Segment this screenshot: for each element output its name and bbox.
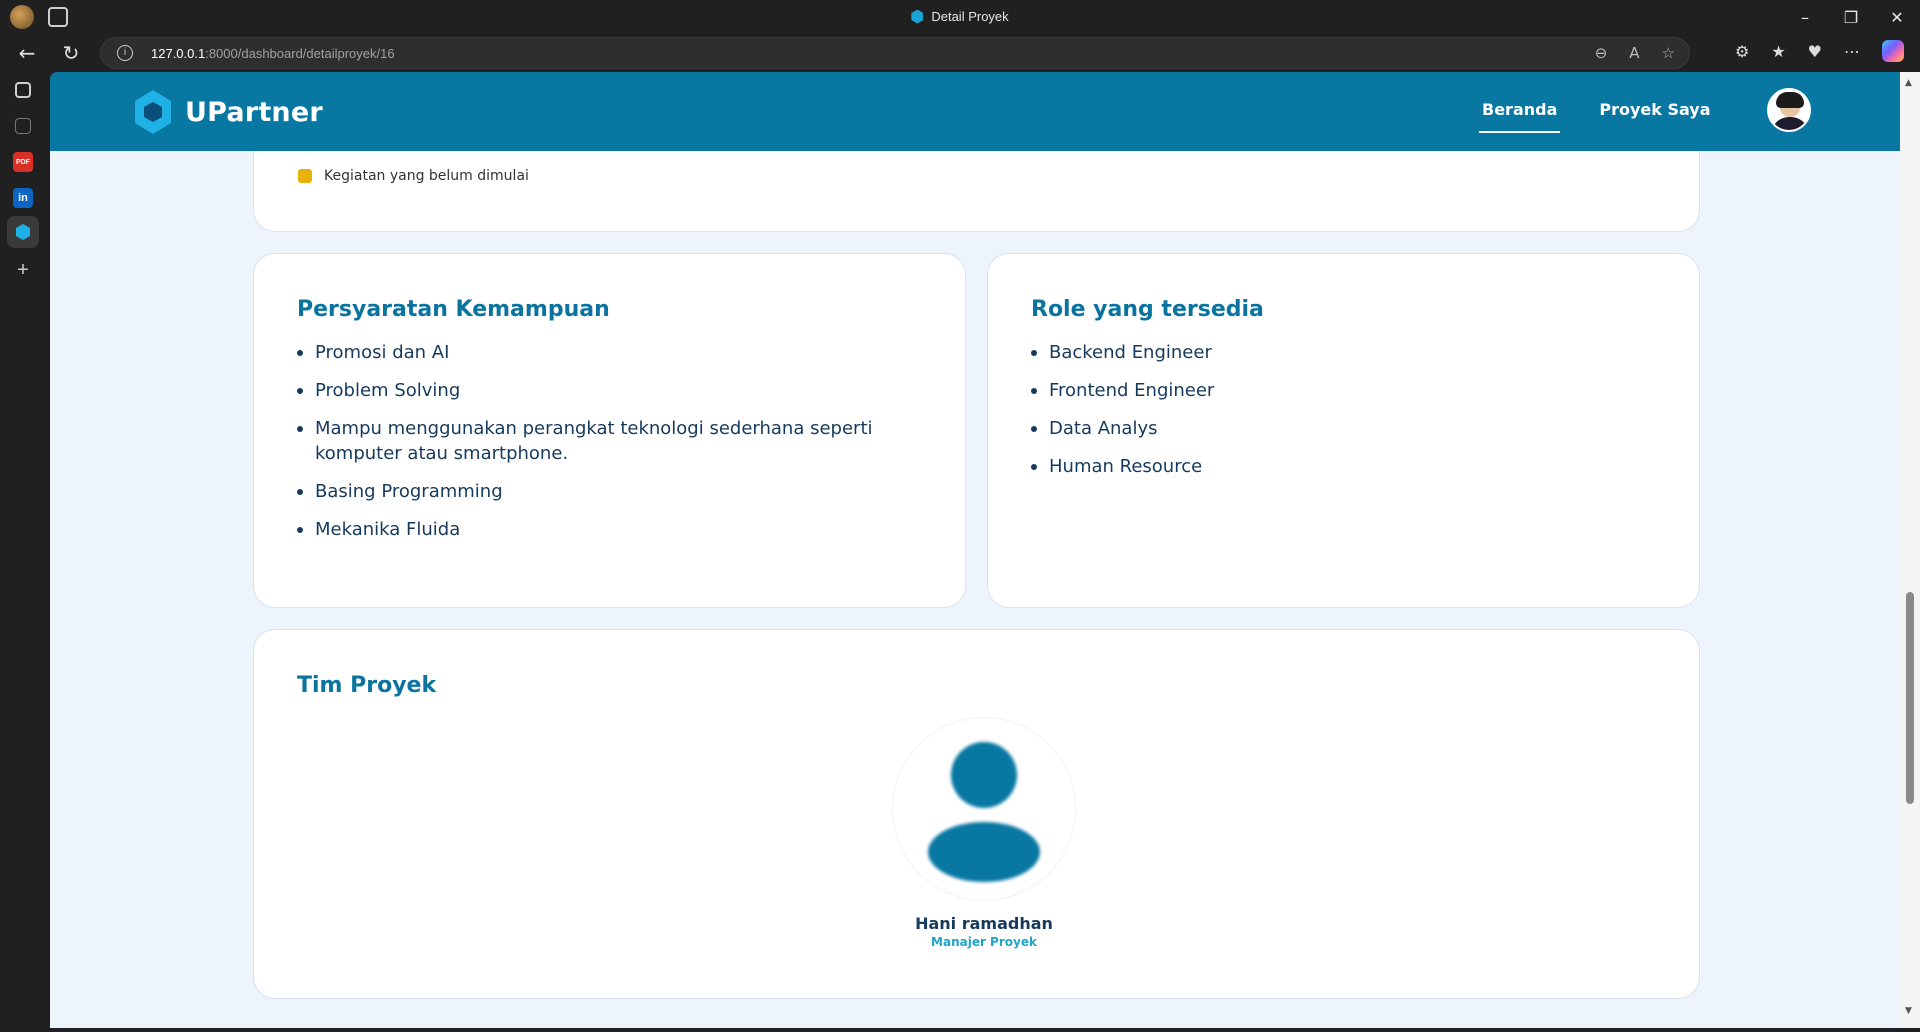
restore-button[interactable]: ❐	[1828, 0, 1874, 34]
new-tab-icon[interactable]: +	[13, 259, 33, 281]
copilot-icon[interactable]	[1882, 40, 1904, 62]
skills-title: Persyaratan Kemampuan	[297, 297, 610, 322]
window-title: Detail Proyek	[0, 9, 1920, 24]
role-item: Data Analys	[1031, 416, 1631, 441]
member-role: Manajer Proyek	[931, 935, 1037, 949]
close-window-button[interactable]: ✕	[1874, 0, 1920, 34]
role-item: Human Resource	[1031, 454, 1631, 479]
roles-list: Backend Engineer Frontend Engineer Data …	[1031, 340, 1631, 492]
team-title: Tim Proyek	[297, 673, 437, 698]
role-item: Backend Engineer	[1031, 340, 1631, 365]
nav-beranda[interactable]: Beranda	[1478, 100, 1561, 133]
skill-item: Problem Solving	[297, 378, 897, 403]
skills-list: Promosi dan AI Problem Solving Mampu men…	[297, 340, 897, 555]
app-header: UPartner Beranda Proyek Saya	[50, 72, 1900, 151]
address-bar[interactable]: i 127.0.0.1:8000/dashboard/detailproyek/…	[100, 37, 1690, 69]
main-nav: Beranda Proyek Saya	[1478, 100, 1711, 133]
read-aloud-icon[interactable]: A	[1629, 44, 1639, 62]
scroll-up-icon[interactable]: ▲	[1905, 78, 1912, 88]
member-avatar-icon	[893, 718, 1075, 900]
browser-title-bar: Detail Proyek – ❐ ✕	[0, 0, 1920, 34]
user-avatar[interactable]	[1767, 88, 1811, 132]
zoom-out-icon[interactable]: ⊖	[1595, 44, 1608, 62]
page-scrollbar[interactable]: ▲ ▼	[1900, 72, 1920, 1028]
collections-icon[interactable]	[15, 118, 31, 134]
skill-item: Mekanika Fluida	[297, 517, 897, 542]
site-info-icon[interactable]: i	[117, 45, 133, 61]
refresh-icon[interactable]: ↻	[58, 40, 84, 66]
favorite-star-icon[interactable]: ☆	[1662, 44, 1675, 62]
browser-toolbar: ← ↻ i 127.0.0.1:8000/dashboard/detailpro…	[0, 34, 1920, 72]
upartner-tab-icon[interactable]	[7, 216, 39, 248]
brand-name: UPartner	[185, 96, 323, 128]
skills-card: Persyaratan Kemampuan Promosi dan AI Pro…	[253, 253, 966, 608]
member-name: Hani ramadhan	[915, 914, 1053, 933]
legend-label: Kegiatan yang belum dimulai	[324, 168, 529, 184]
more-menu-icon[interactable]: ⋯	[1844, 42, 1860, 61]
brand[interactable]: UPartner	[135, 90, 323, 134]
browser-essentials-icon[interactable]: ♥	[1808, 42, 1822, 61]
scroll-thumb[interactable]	[1906, 592, 1914, 804]
role-item: Frontend Engineer	[1031, 378, 1631, 403]
tab-title: Detail Proyek	[931, 9, 1009, 24]
upartner-logo-icon	[135, 90, 171, 134]
nav-proyek-saya[interactable]: Proyek Saya	[1599, 100, 1710, 133]
extensions-icon[interactable]: ⚙	[1735, 42, 1749, 61]
team-member[interactable]: Hani ramadhan Manajer Proyek	[884, 718, 1084, 949]
legend-item: Kegiatan yang belum dimulai	[298, 168, 529, 184]
url-text[interactable]: 127.0.0.1:8000/dashboard/detailproyek/16	[151, 46, 395, 61]
scroll-down-icon[interactable]: ▼	[1905, 1006, 1912, 1016]
browser-sidebar: PDF in +	[0, 72, 50, 1032]
linkedin-tab-icon[interactable]: in	[13, 188, 33, 208]
tab-list-icon[interactable]	[15, 82, 31, 98]
roles-title: Role yang tersedia	[1031, 297, 1264, 322]
back-icon[interactable]: ←	[14, 40, 40, 66]
skill-item: Basing Programming	[297, 479, 897, 504]
site-favicon-icon	[911, 9, 924, 24]
legend-swatch	[298, 169, 312, 183]
roles-card: Role yang tersedia Backend Engineer Fron…	[987, 253, 1700, 608]
skill-item: Mampu menggunakan perangkat teknologi se…	[297, 416, 897, 466]
page-viewport: Kegiatan yang belum dimulai Persyaratan …	[50, 72, 1900, 1028]
pdf-tab-icon[interactable]: PDF	[13, 152, 33, 172]
favorites-icon[interactable]: ★	[1771, 42, 1785, 61]
team-card: Tim Proyek Hani ramadhan Manajer Proyek	[253, 629, 1700, 999]
minimize-button[interactable]: –	[1782, 0, 1828, 34]
skill-item: Promosi dan AI	[297, 340, 897, 365]
